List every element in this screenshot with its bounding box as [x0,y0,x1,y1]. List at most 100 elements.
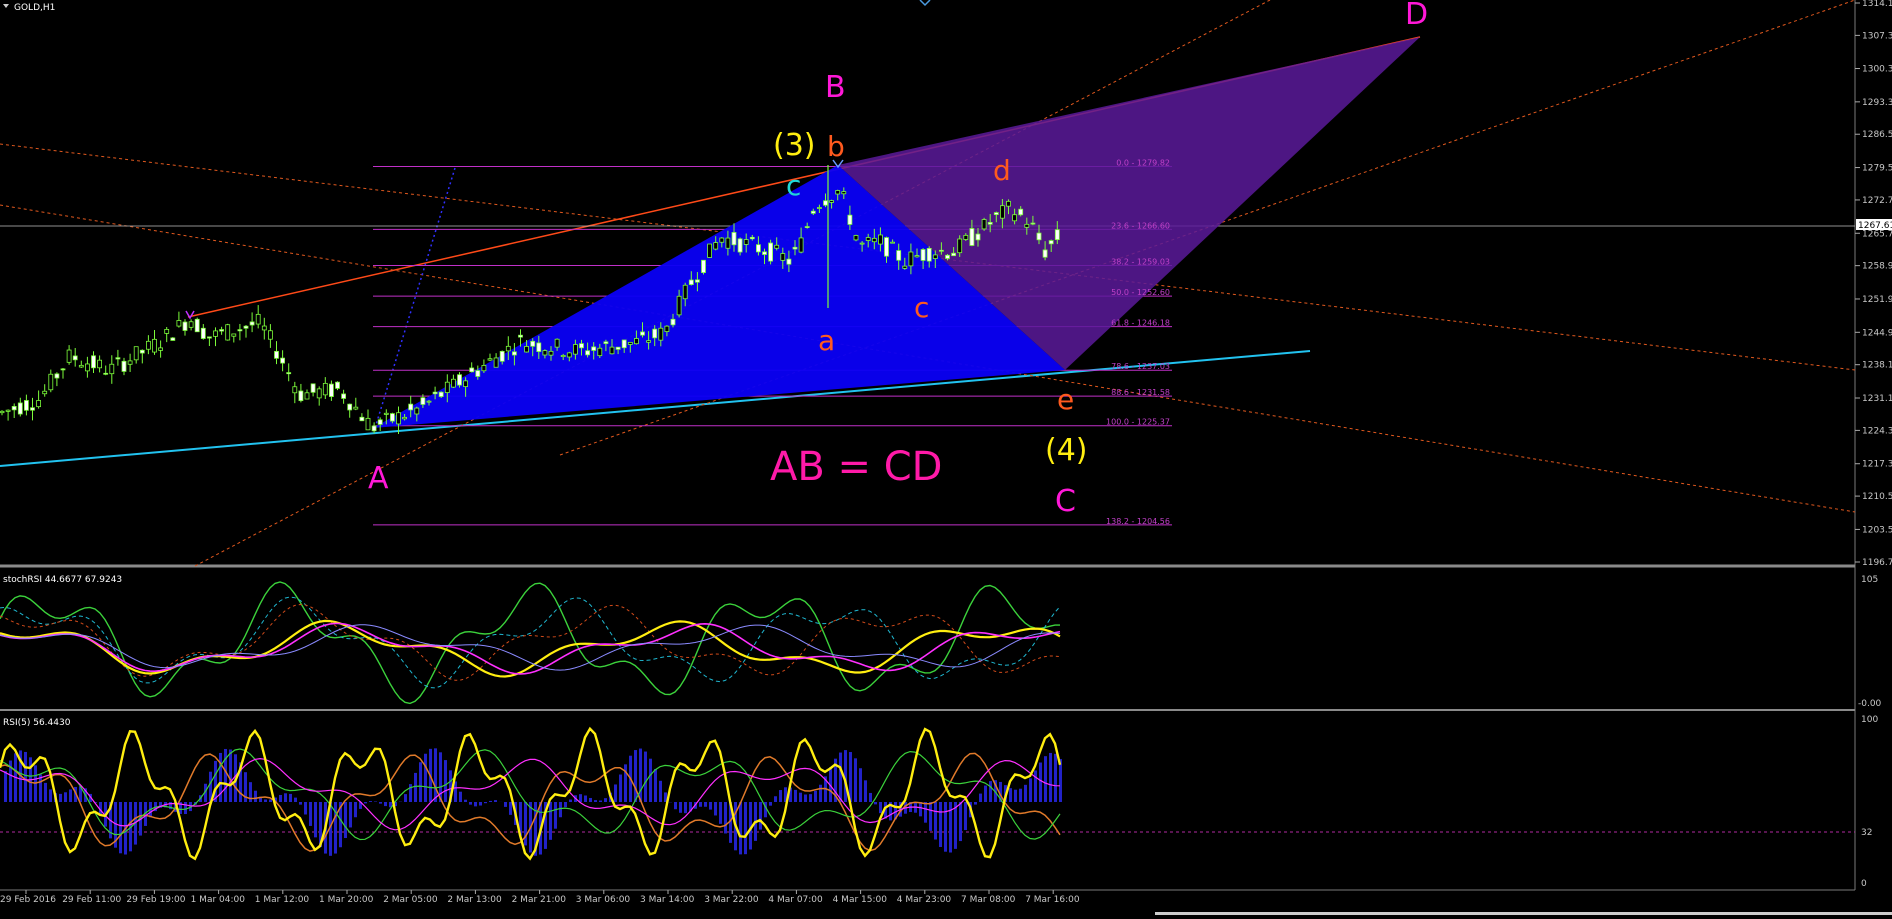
candle-body [397,413,401,424]
candle-body [744,240,748,245]
candle-body [262,326,266,330]
wave-label-e: e [1057,383,1074,416]
candle-body [573,345,577,355]
wave-label-a: a [818,324,835,357]
wave-label-d: d [993,154,1011,187]
macd-histogram-bar [44,783,47,802]
candle-body [470,368,474,372]
candle-body [0,411,4,412]
wave-label-b: b [827,130,845,163]
candle-body [317,389,321,398]
fib-level-label: 61.8 - 1246.18 [1111,319,1170,328]
macd-histogram-bar [1014,790,1017,802]
fib-level-label: 23.6 - 1266.60 [1111,221,1170,230]
wave-label-c-low: c [914,291,929,324]
candle-body [671,319,675,325]
candle-body [616,347,620,349]
fib-level-label: 50.0 - 1252.60 [1111,288,1170,297]
candle-body [756,245,760,252]
candle-body [531,341,535,346]
time-tick-label: 7 Mar 08:00 [961,895,1016,905]
macd-histogram-bar [299,802,302,805]
macd-histogram-bar [474,802,477,806]
candle-body [305,393,309,399]
candle-body [403,417,407,418]
candle-body [67,350,71,362]
time-tick-label: 2 Mar 05:00 [383,895,438,905]
candle-body [238,330,242,331]
stoch-rsi-title: stochRSI 44.6677 67.9243 [3,575,122,585]
macd-histogram-bar [554,802,557,829]
candle-body [512,352,516,355]
fib-level-label: 88.6 - 1231.58 [1111,388,1170,397]
candle-body [628,342,632,344]
chart-window: 0.0 - 1279.8223.6 - 1266.6038.2 - 1259.0… [0,0,1892,915]
macd-histogram-bar [599,801,602,802]
candle-body [665,326,669,331]
candle-body [482,365,486,370]
macd-histogram-bar [659,781,662,802]
price-tick-label: 1272.79 [1862,196,1892,206]
macd-histogram-bar [594,800,597,802]
candle-body [610,347,614,354]
wave-label-D: D [1405,0,1428,32]
candle-body [464,381,468,387]
time-tick-label: 4 Mar 07:00 [768,895,823,905]
macd-histogram-bar [939,802,942,847]
candle-body [921,250,925,261]
candle-body [1043,250,1047,257]
macd-histogram-bar [714,802,717,815]
macd-histogram-bar [214,761,217,802]
candle-body [18,403,22,414]
macd-histogram-bar [919,802,922,816]
macd-histogram-bar [779,790,782,802]
candle-body [824,201,828,205]
price-axis-ticks: 1314.151307.351300.391293.391286.591279.… [1855,0,1892,568]
candle-body [110,364,114,373]
macd-histogram-bar [1034,770,1037,802]
macd-histogram-bar [979,794,982,802]
time-tick-label: 7 Mar 16:00 [1025,895,1080,905]
candle-body [128,361,132,364]
candle-body [537,343,541,352]
candle-body [439,392,443,396]
macd-histogram-bar [924,802,927,823]
candle-body [476,371,480,377]
macd-histogram-bar [49,789,52,802]
time-tick-label: 1 Mar 20:00 [319,895,374,905]
macd-histogram-bar [434,748,437,802]
candle-body [695,280,699,282]
candle-body [726,238,730,248]
candle-body [98,360,102,368]
candle-body [183,322,187,330]
candle-body [964,235,968,239]
macd-histogram-bar [634,750,637,802]
candle-body [994,213,998,215]
macd-histogram-bar [459,792,462,802]
macd-histogram-bar [494,800,497,802]
candle-body [897,251,901,261]
time-tick-label: 3 Mar 06:00 [576,895,631,905]
macd-histogram-bar [794,790,797,802]
candle-body [598,348,602,355]
candle-body [799,238,803,252]
candle-body [689,280,693,285]
macd-histogram-bar [349,802,352,827]
candle-body [1055,230,1059,240]
macd-histogram-bar [509,802,512,815]
macd-histogram-bar [484,802,487,803]
candle-body [1013,215,1017,221]
candle-body [653,329,657,338]
time-tick-label: 4 Mar 23:00 [897,895,952,905]
candle-body [329,384,333,396]
macd-histogram-bar [1009,788,1012,802]
macd-histogram-bar [769,802,772,806]
macd-histogram-bar [959,802,962,841]
wave-label-A: A [368,461,389,496]
candle-body [939,250,943,251]
candle-body [451,379,455,387]
candle-body [189,322,193,328]
time-tick-label: 29 Feb 2016 [0,895,56,905]
candle-body [702,260,706,272]
macd-histogram-bar [649,759,652,802]
